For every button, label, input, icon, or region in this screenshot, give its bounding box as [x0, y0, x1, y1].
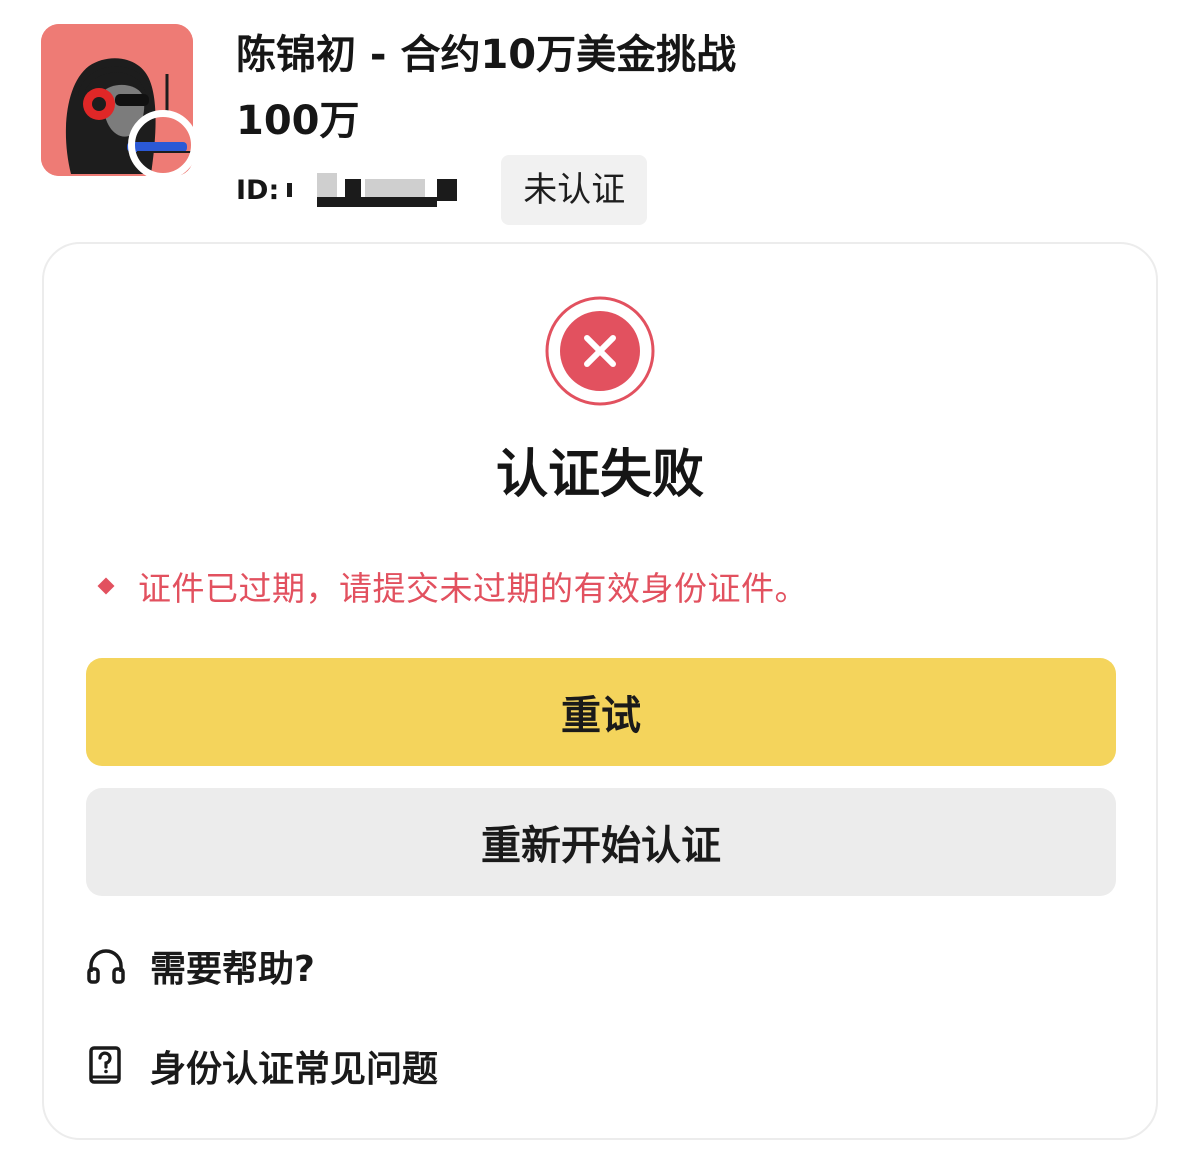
retry-button[interactable]: 重试 [86, 658, 1116, 766]
bullet-diamond-icon [97, 577, 115, 595]
failure-reason-text: 证件已过期，请提交未过期的有效身份证件。 [138, 569, 808, 608]
profile-name: 陈锦初 - 合约10万美金挑战100万 [236, 32, 737, 144]
failure-reason: 证件已过期，请提交未过期的有效身份证件。 [97, 560, 808, 612]
verification-result-card: 认证失败 证件已过期，请提交未过期的有效身份证件。 重试 重新开始认证 需要帮助… [42, 242, 1158, 1140]
restart-verification-button[interactable]: 重新开始认证 [86, 788, 1116, 896]
id-row: ID: 未认证 [236, 155, 648, 225]
id-redaction [287, 173, 477, 207]
close-circle-icon [545, 296, 655, 406]
help-link-label: 需要帮助? [150, 949, 315, 990]
faq-link[interactable]: 身份认证常见问题 [86, 1036, 438, 1096]
headphones-icon [86, 946, 126, 986]
id-label: ID: [236, 174, 280, 206]
verification-result-page: 陈锦初 - 合约10万美金挑战100万 ID: 未认证 认证失败 证件已过期，请… [0, 0, 1200, 1160]
help-link[interactable]: 需要帮助? [86, 936, 315, 996]
faq-link-label: 身份认证常见问题 [150, 1049, 439, 1090]
question-book-icon [86, 1046, 126, 1086]
avatar-status-ring [128, 110, 198, 180]
result-title: 认证失败 [495, 445, 704, 505]
verification-status-badge: 未认证 [501, 155, 648, 225]
